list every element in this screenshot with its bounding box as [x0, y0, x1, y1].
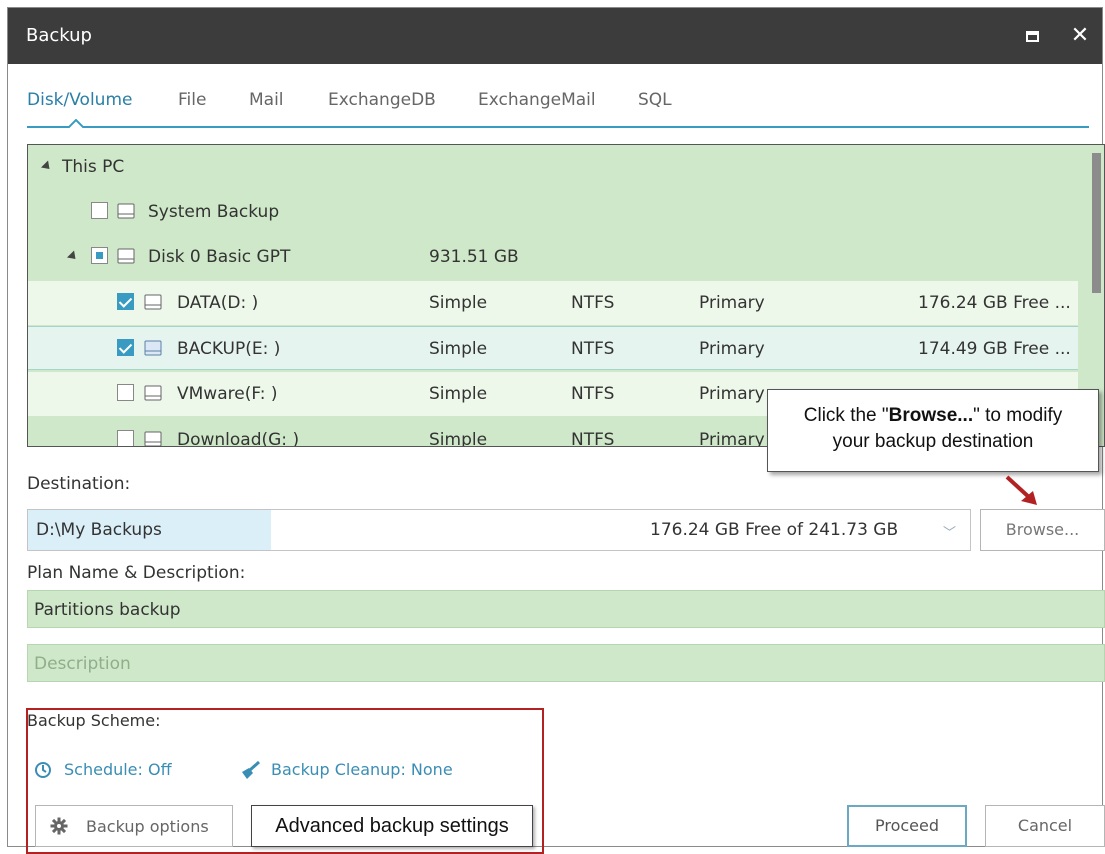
system-backup-label: System Backup — [148, 202, 280, 222]
active-tab-caret — [68, 119, 84, 128]
volume-type: Simple — [429, 293, 488, 313]
close-icon: ✕ — [1070, 23, 1090, 48]
tab-mail[interactable]: Mail — [249, 90, 284, 110]
volume-type: Simple — [429, 430, 488, 447]
window-title: Backup — [26, 25, 92, 46]
tree-root-label: This PC — [62, 157, 125, 177]
volume-fs: NTFS — [571, 293, 615, 313]
volume-fs: NTFS — [571, 384, 615, 404]
volume-role: Primary — [699, 339, 765, 359]
system-backup-checkbox[interactable] — [91, 202, 108, 219]
volume-free: 174.49 GB Free ... — [918, 339, 1071, 359]
volume-type: Simple — [429, 384, 488, 404]
proceed-button[interactable]: Proceed — [847, 805, 967, 847]
drive-icon — [144, 385, 162, 401]
backup-window: Backup ✕ Disk/Volume File Mail ExchangeD… — [7, 7, 1105, 854]
backup-options-label: Backup options — [86, 817, 209, 836]
cleanup-link[interactable]: Backup Cleanup: None — [271, 760, 453, 779]
volume-free: 176.24 GB Free ... — [918, 293, 1071, 313]
description-input[interactable]: Description — [27, 644, 1105, 682]
plan-name-value: Partitions backup — [34, 600, 181, 620]
clock-icon — [35, 762, 51, 778]
title-bar: Backup ✕ — [8, 8, 1102, 64]
tree-row-system-backup[interactable]: System Backup — [28, 190, 1078, 234]
volume-checkbox[interactable] — [117, 339, 134, 356]
volume-type: Simple — [429, 339, 488, 359]
destination-label: Destination: — [27, 474, 131, 494]
callout-prefix: Click the " — [803, 405, 889, 426]
volume-checkbox[interactable] — [117, 293, 134, 310]
maximize-icon — [1025, 31, 1039, 42]
tree-row-this-pc[interactable]: This PC — [28, 145, 1078, 189]
volume-role: Primary — [699, 293, 765, 313]
drive-icon — [117, 203, 135, 219]
tree-row-disk-0[interactable]: Disk 0 Basic GPT 931.51 GB — [28, 235, 1078, 279]
destination-path: D:\My Backups — [36, 520, 162, 540]
drive-icon — [144, 294, 162, 310]
callout-bold: Browse... — [888, 405, 974, 426]
broom-icon — [242, 760, 260, 779]
advanced-settings-callout: Advanced backup settings — [251, 805, 533, 847]
tab-exchangedb[interactable]: ExchangeDB — [328, 90, 436, 110]
volume-checkbox[interactable] — [117, 430, 134, 446]
disk-0-checkbox[interactable] — [91, 247, 108, 264]
plan-name-input[interactable]: Partitions backup — [27, 590, 1105, 628]
volume-name: DATA(D: ) — [177, 293, 259, 313]
backup-options-button[interactable]: Backup options — [35, 805, 233, 847]
volume-name: BACKUP(E: ) — [177, 339, 281, 359]
disk-name: Disk 0 Basic GPT — [148, 247, 291, 267]
gear-icon — [50, 817, 68, 835]
collapse-arrow-icon[interactable] — [40, 160, 54, 173]
volume-fs: NTFS — [571, 430, 615, 447]
disk-size: 931.51 GB — [429, 247, 519, 267]
schedule-link[interactable]: Schedule: Off — [64, 760, 172, 779]
volume-role: Primary — [699, 384, 765, 404]
browse-button[interactable]: Browse... — [980, 509, 1105, 551]
cancel-button[interactable]: Cancel — [985, 805, 1105, 847]
volume-name: VMware(F: ) — [177, 384, 278, 404]
plan-label: Plan Name & Description: — [27, 563, 246, 583]
tab-underline — [27, 126, 1089, 128]
disk-icon — [117, 248, 135, 264]
volume-row[interactable]: BACKUP(E: ) Simple NTFS Primary 174.49 G… — [28, 326, 1078, 370]
volume-name: Download(G: ) — [177, 430, 300, 447]
description-placeholder: Description — [34, 654, 131, 674]
callout-suffix: " to modify — [973, 405, 1063, 426]
tab-exchangemail[interactable]: ExchangeMail — [478, 90, 596, 110]
destination-free-space: 176.24 GB Free of 241.73 GB — [650, 520, 899, 540]
drive-icon — [144, 431, 162, 446]
scheme-label: Backup Scheme: — [27, 711, 161, 730]
callout-line2: your backup destination — [832, 431, 1034, 452]
destination-selector[interactable]: D:\My Backups 176.24 GB Free of 241.73 G… — [27, 509, 971, 551]
tab-disk-volume[interactable]: Disk/Volume — [27, 90, 132, 110]
close-button[interactable]: ✕ — [1066, 22, 1094, 50]
volume-fs: NTFS — [571, 339, 615, 359]
drive-icon — [144, 340, 162, 356]
tab-file[interactable]: File — [178, 90, 206, 110]
volume-role: Primary — [699, 430, 765, 447]
scroll-thumb[interactable] — [1092, 153, 1101, 293]
maximize-button[interactable] — [1018, 22, 1046, 50]
tab-sql[interactable]: SQL — [638, 90, 672, 110]
volume-row[interactable]: DATA(D: ) Simple NTFS Primary 176.24 GB … — [28, 281, 1078, 325]
volume-checkbox[interactable] — [117, 384, 134, 401]
browse-callout: Click the "Browse..." to modify your bac… — [767, 389, 1099, 472]
red-arrow-icon — [1005, 475, 1037, 505]
chevron-down-icon[interactable]: ﹀ — [943, 522, 956, 541]
collapse-arrow-icon[interactable] — [66, 250, 80, 263]
